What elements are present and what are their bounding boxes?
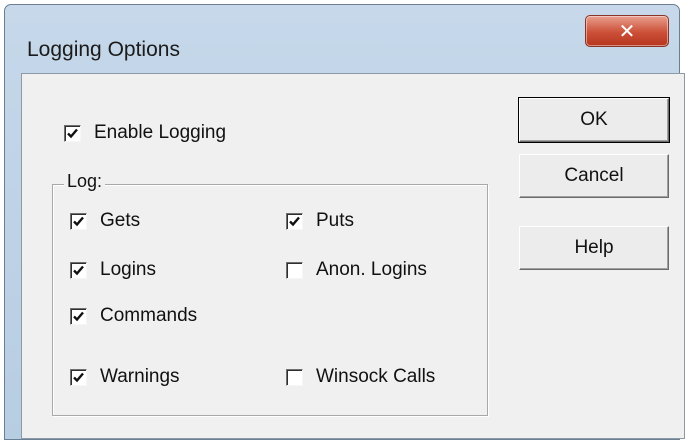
checkbox-box [70,368,87,386]
checkmark-icon [73,372,84,382]
checkbox-label: Warnings [100,366,180,387]
close-button[interactable]: ✕ [585,15,669,47]
anon-logins-checkbox[interactable]: Anon. Logins [286,259,427,281]
commands-checkbox[interactable]: Commands [70,305,197,327]
checkmark-icon [67,128,78,138]
cancel-button[interactable]: Cancel [519,154,669,198]
window-title: Logging Options [27,38,180,61]
checkbox-box [70,212,87,230]
puts-checkbox[interactable]: Puts [286,210,354,232]
help-button[interactable]: Help [519,226,669,270]
checkbox-box [70,261,87,279]
checkbox-label: Anon. Logins [316,259,427,280]
checkbox-label: Winsock Calls [316,366,436,387]
ok-button[interactable]: OK [518,97,670,143]
checkbox-label: Logins [100,259,156,280]
logins-checkbox[interactable]: Logins [70,259,156,281]
enable-logging-checkbox[interactable]: Enable Logging [64,122,226,144]
checkbox-label: Puts [316,210,355,231]
close-icon: ✕ [618,19,636,43]
logging-options-dialog: Logging Options ✕ Enable Logging Log: Ge… [4,4,685,440]
checkbox-label: Gets [100,210,141,231]
gets-checkbox[interactable]: Gets [70,210,140,232]
checkbox-label: Commands [100,305,198,326]
checkbox-label: Enable Logging [94,122,227,143]
winsock-calls-checkbox[interactable]: Winsock Calls [286,366,435,388]
checkbox-box [286,261,303,279]
checkbox-box [64,124,81,142]
checkmark-icon [289,216,300,226]
log-group-label: Log: [64,171,106,192]
checkbox-box [286,368,303,386]
checkmark-icon [73,311,84,321]
checkmark-icon [73,265,84,275]
checkbox-box [70,307,87,325]
dialog-body: Enable Logging Log: Gets Puts Logins Ano… [21,73,685,439]
warnings-checkbox[interactable]: Warnings [70,366,180,388]
checkbox-box [286,212,303,230]
checkmark-icon [73,216,84,226]
